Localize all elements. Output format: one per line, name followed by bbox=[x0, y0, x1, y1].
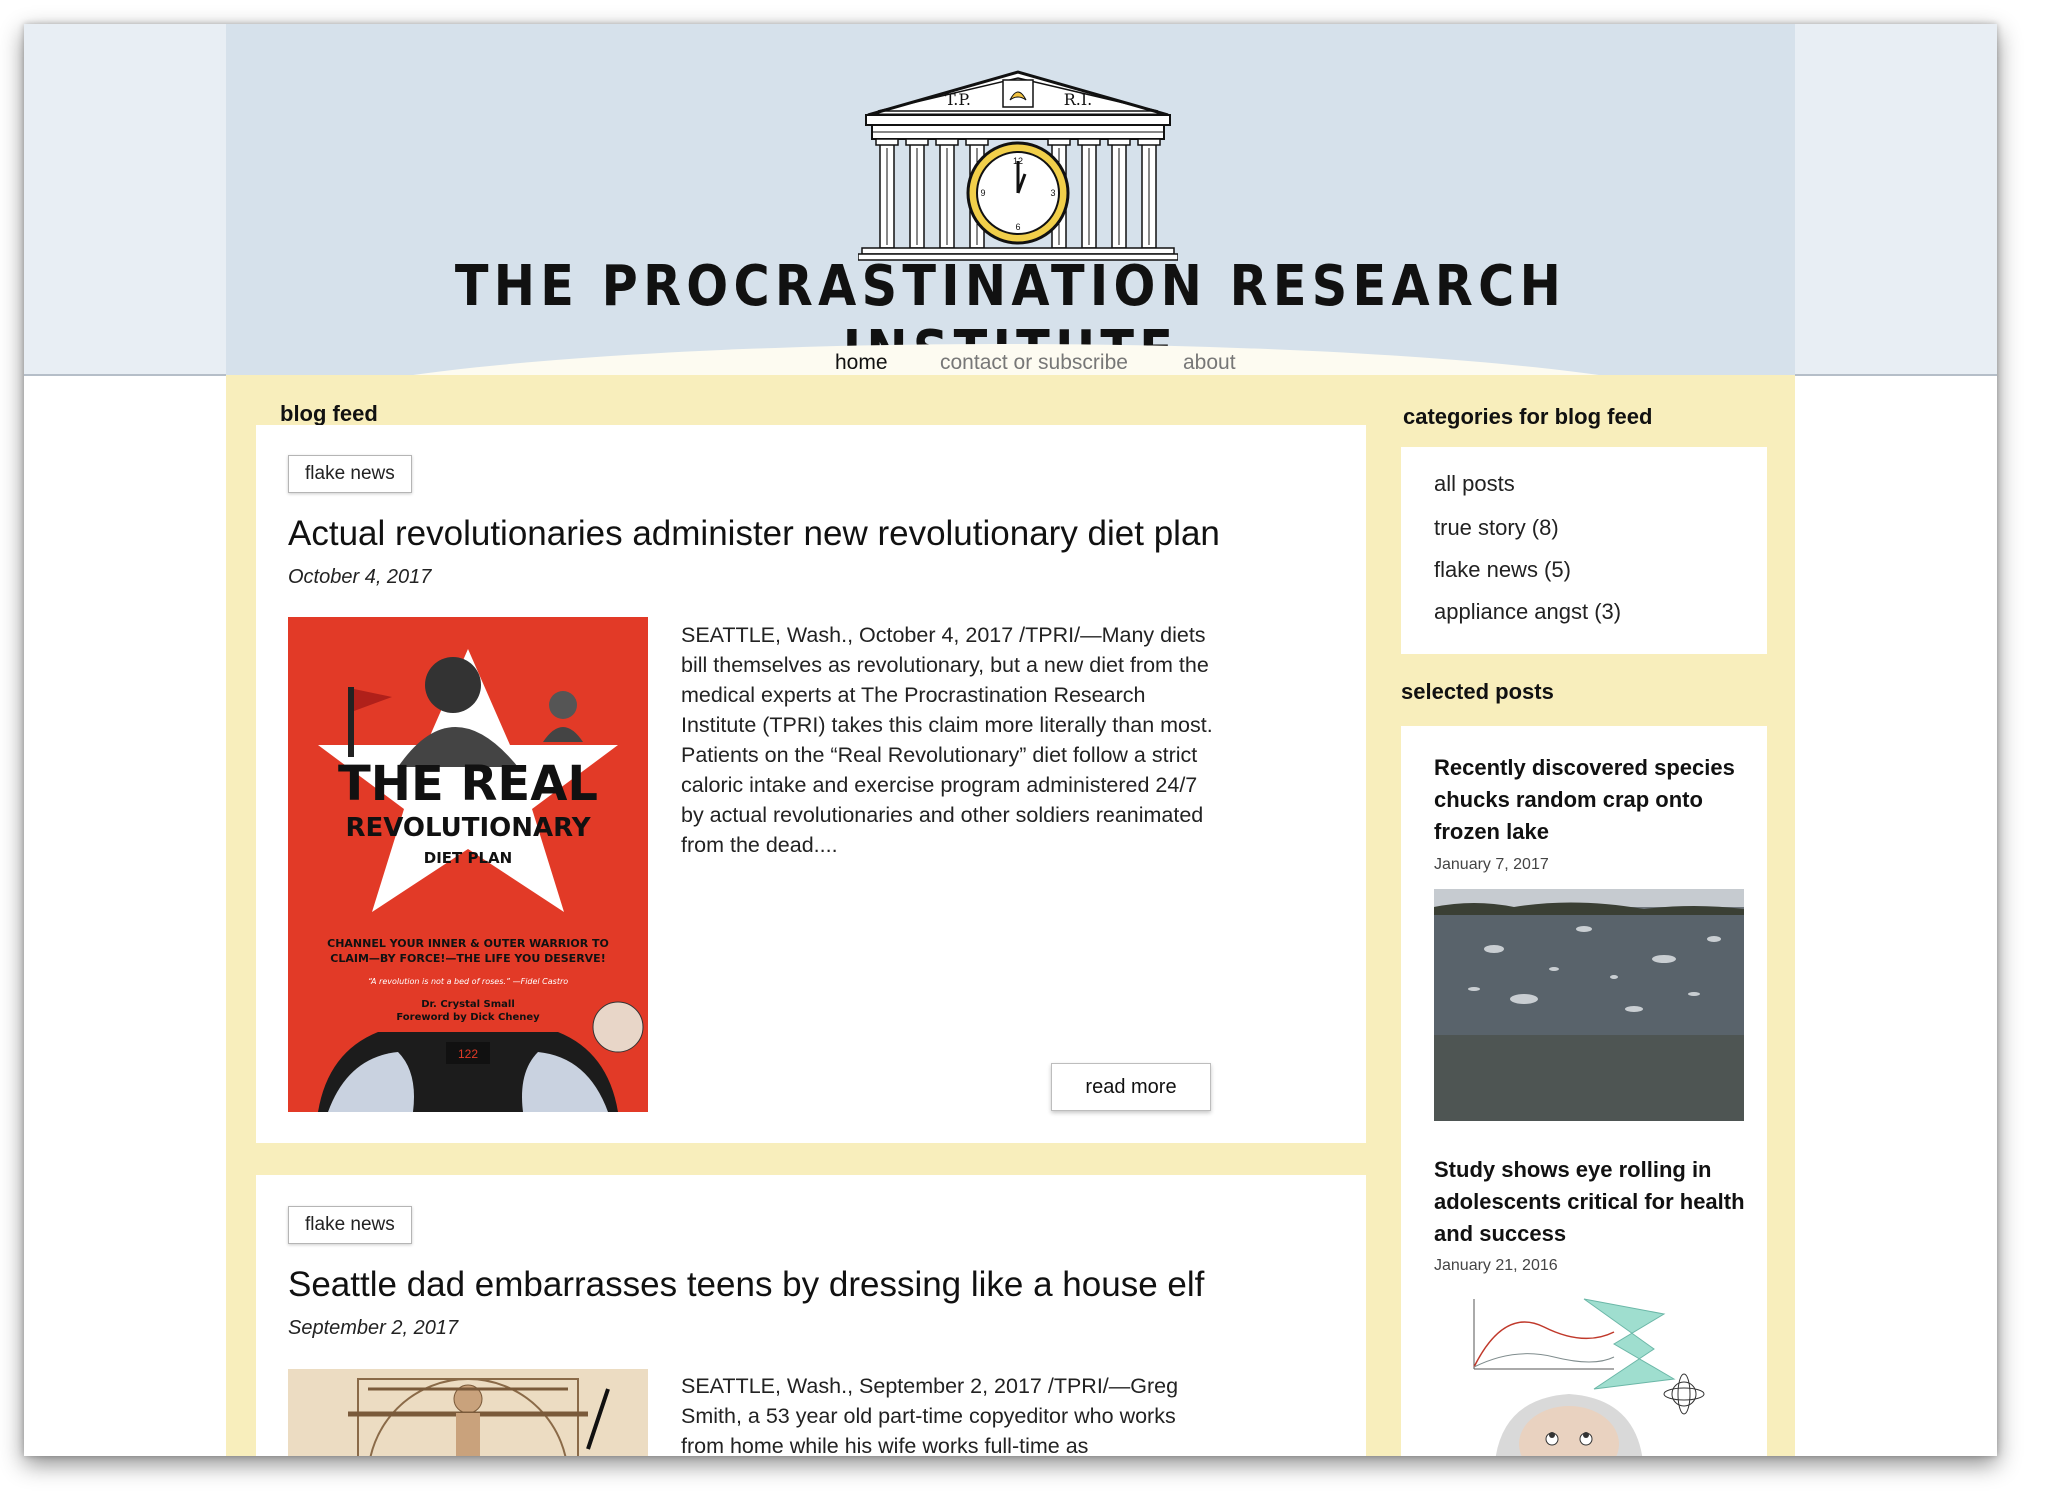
svg-text:T.P.: T.P. bbox=[945, 90, 971, 109]
categories-heading: categories for blog feed bbox=[1403, 404, 1653, 429]
category-all-posts[interactable]: all posts bbox=[1434, 471, 1515, 497]
post-image-diet-book[interactable]: THE REAL REVOLUTIONARY DIET PLAN CHANNEL… bbox=[288, 617, 648, 1112]
svg-text:9: 9 bbox=[980, 188, 985, 198]
selected-posts-list: Recently discovered species chucks rando… bbox=[1401, 726, 1767, 1456]
svg-text:“A revolution is not a bed of: “A revolution is not a bed of roses.” —F… bbox=[368, 977, 568, 986]
svg-text:REVOLUTIONARY: REVOLUTIONARY bbox=[345, 813, 591, 843]
post-image-vitruvian[interactable] bbox=[288, 1369, 648, 1456]
main-content: blog feed flake news Actual revolutionar… bbox=[226, 375, 1795, 1456]
svg-text:3: 3 bbox=[1050, 188, 1055, 198]
svg-text:CHANNEL YOUR INNER & OUTER WAR: CHANNEL YOUR INNER & OUTER WARRIOR TO bbox=[327, 937, 609, 950]
selected-post-title[interactable]: Recently discovered species chucks rando… bbox=[1434, 752, 1754, 848]
svg-text:THE REAL: THE REAL bbox=[338, 756, 598, 812]
selected-post-image-frozen-lake[interactable] bbox=[1434, 889, 1744, 1121]
category-flake-news[interactable]: flake news (5) bbox=[1434, 557, 1571, 583]
post-title[interactable]: Seattle dad embarrasses teens by dressin… bbox=[288, 1265, 1204, 1305]
blog-feed-heading: blog feed bbox=[280, 401, 378, 426]
svg-text:CLAIM—BY FORCE!—THE LIFE YOU D: CLAIM—BY FORCE!—THE LIFE YOU DESERVE! bbox=[330, 952, 605, 965]
category-appliance-angst[interactable]: appliance angst (3) bbox=[1434, 599, 1621, 625]
post-excerpt: SEATTLE, Wash., September 2, 2017 /TPRI/… bbox=[681, 1374, 1179, 1456]
selected-post-title[interactable]: Study shows eye rolling in adolescents c… bbox=[1434, 1154, 1754, 1250]
read-more-button[interactable]: read more bbox=[1051, 1063, 1211, 1111]
nav-about[interactable]: about bbox=[1183, 351, 1236, 375]
svg-text:R.I.: R.I. bbox=[1064, 90, 1093, 109]
institute-logo[interactable]: T.P. R.I. 12 3 6 9 bbox=[858, 70, 1178, 270]
browser-page: T.P. R.I. 12 3 6 9 THE PROCRASTINATION R… bbox=[24, 24, 1997, 1456]
tag-button[interactable]: flake news bbox=[288, 1206, 412, 1244]
selected-post-image-eye-rolling[interactable] bbox=[1434, 1289, 1744, 1456]
blog-post-card: flake news Seattle dad embarrasses teens… bbox=[256, 1175, 1366, 1456]
blog-post-card: flake news Actual revolutionaries admini… bbox=[256, 425, 1366, 1143]
svg-text:DIET PLAN: DIET PLAN bbox=[424, 849, 512, 867]
nav-home[interactable]: home bbox=[835, 351, 888, 375]
nav-contact-subscribe[interactable]: contact or subscribe bbox=[940, 351, 1128, 375]
post-date: September 2, 2017 bbox=[288, 1317, 459, 1339]
svg-text:Foreword by Dick Cheney: Foreword by Dick Cheney bbox=[396, 1012, 540, 1023]
selected-post-date: January 21, 2016 bbox=[1434, 1257, 1558, 1274]
category-true-story[interactable]: true story (8) bbox=[1434, 515, 1559, 541]
svg-text:6: 6 bbox=[1015, 222, 1020, 232]
post-date: October 4, 2017 bbox=[288, 566, 432, 588]
svg-text:Dr. Crystal Small: Dr. Crystal Small bbox=[421, 999, 515, 1010]
svg-text:122: 122 bbox=[458, 1047, 478, 1061]
post-title[interactable]: Actual revolutionaries administer new re… bbox=[288, 514, 1220, 554]
site-header: T.P. R.I. 12 3 6 9 THE PROCRASTINATION R… bbox=[226, 24, 1795, 424]
svg-text:12: 12 bbox=[1013, 156, 1023, 166]
selected-post-date: January 7, 2017 bbox=[1434, 856, 1549, 873]
tag-button[interactable]: flake news bbox=[288, 455, 412, 493]
categories-list: all posts true story (8) flake news (5) … bbox=[1401, 447, 1767, 654]
post-excerpt: SEATTLE, Wash., October 4, 2017 /TPRI/—M… bbox=[681, 623, 1213, 857]
selected-posts-heading: selected posts bbox=[1401, 679, 1554, 704]
